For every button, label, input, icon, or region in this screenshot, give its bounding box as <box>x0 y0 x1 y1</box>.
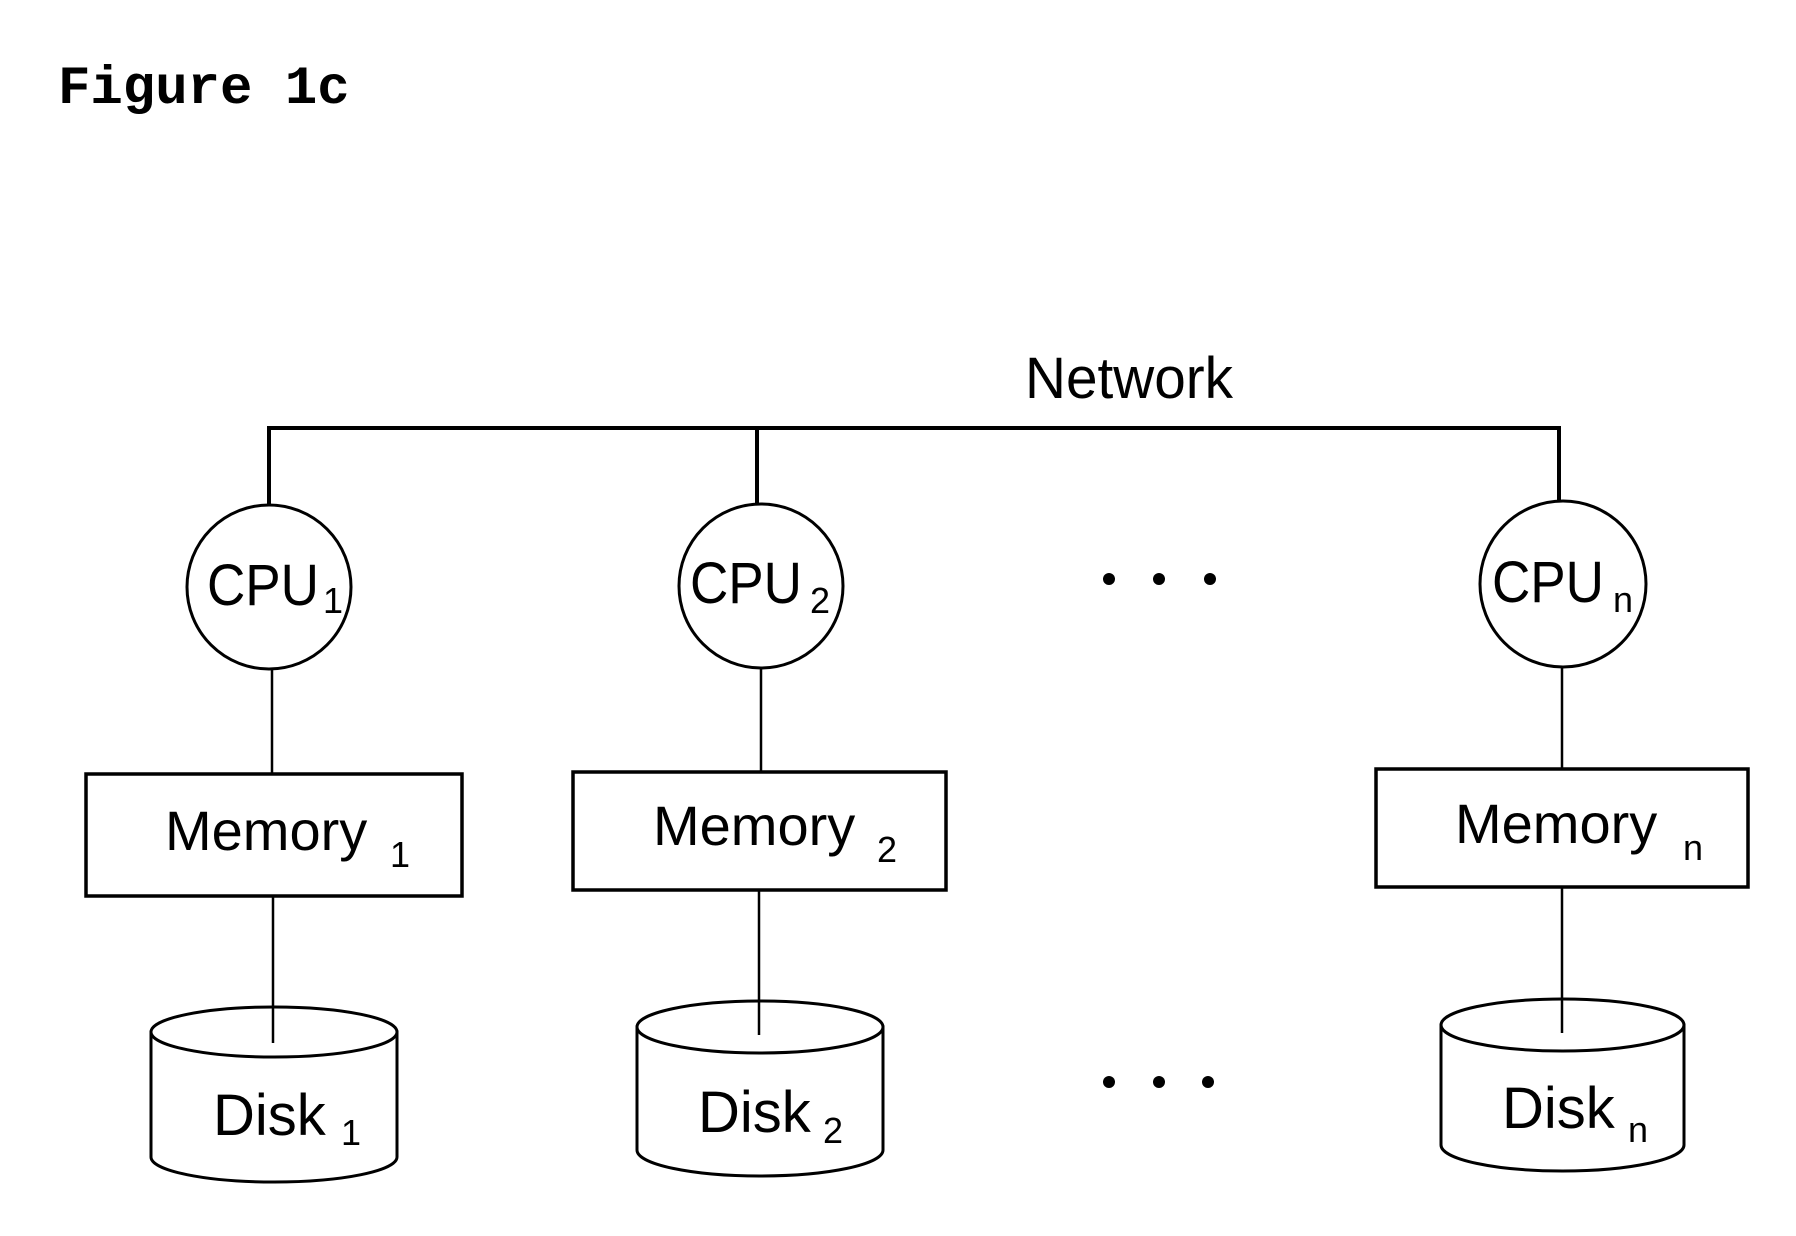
ellipsis-group <box>1103 573 1216 1088</box>
disk-subscript: 2 <box>823 1110 843 1151</box>
cpu-subscript: n <box>1613 579 1633 620</box>
node-2: CPU 2Memory 2Disk 2 <box>571 502 948 1178</box>
node-3: CPU nMemory nDisk n <box>1374 499 1750 1173</box>
cpu-subscript: 2 <box>810 580 830 621</box>
ellipsis-dot <box>1202 1076 1214 1088</box>
memory-subscript: 1 <box>390 834 410 875</box>
disk-label: Disk <box>698 1080 812 1145</box>
node-group: CPU 1Memory 1Disk 1CPU 2Memory 2Disk 2CPU nMemo… <box>84 499 1750 1184</box>
disk-subscript: n <box>1628 1109 1648 1150</box>
network-label: Network <box>1025 346 1234 411</box>
memory-subscript: 2 <box>877 829 897 870</box>
disk-row-ellipsis <box>1103 1076 1214 1088</box>
disk-label: Disk <box>213 1083 327 1148</box>
cpu-subscript: 1 <box>323 580 343 621</box>
memory-label: Memory <box>165 799 367 862</box>
cpu-label: CPU <box>207 553 319 618</box>
ellipsis-dot <box>1153 1076 1165 1088</box>
memory-label: Memory <box>653 794 855 857</box>
ellipsis-dot <box>1103 1076 1115 1088</box>
figure-title: Figure 1c <box>58 59 350 120</box>
ellipsis-dot <box>1153 573 1165 585</box>
cpu-row-ellipsis <box>1103 573 1216 585</box>
memory-subscript: n <box>1683 827 1703 868</box>
cpu-label: CPU <box>690 551 802 616</box>
ellipsis-dot <box>1204 573 1216 585</box>
node-1: CPU 1Memory 1Disk 1 <box>84 503 464 1184</box>
memory-label: Memory <box>1455 792 1657 855</box>
disk-label: Disk <box>1502 1076 1616 1141</box>
shared-nothing-diagram: Figure 1c Network CPU 1Memory 1Disk 1CPU 2Me… <box>58 59 1750 1184</box>
ellipsis-dot <box>1103 573 1115 585</box>
cpu-label: CPU <box>1492 550 1604 615</box>
disk-subscript: 1 <box>341 1112 361 1153</box>
network-bus <box>267 426 1561 505</box>
